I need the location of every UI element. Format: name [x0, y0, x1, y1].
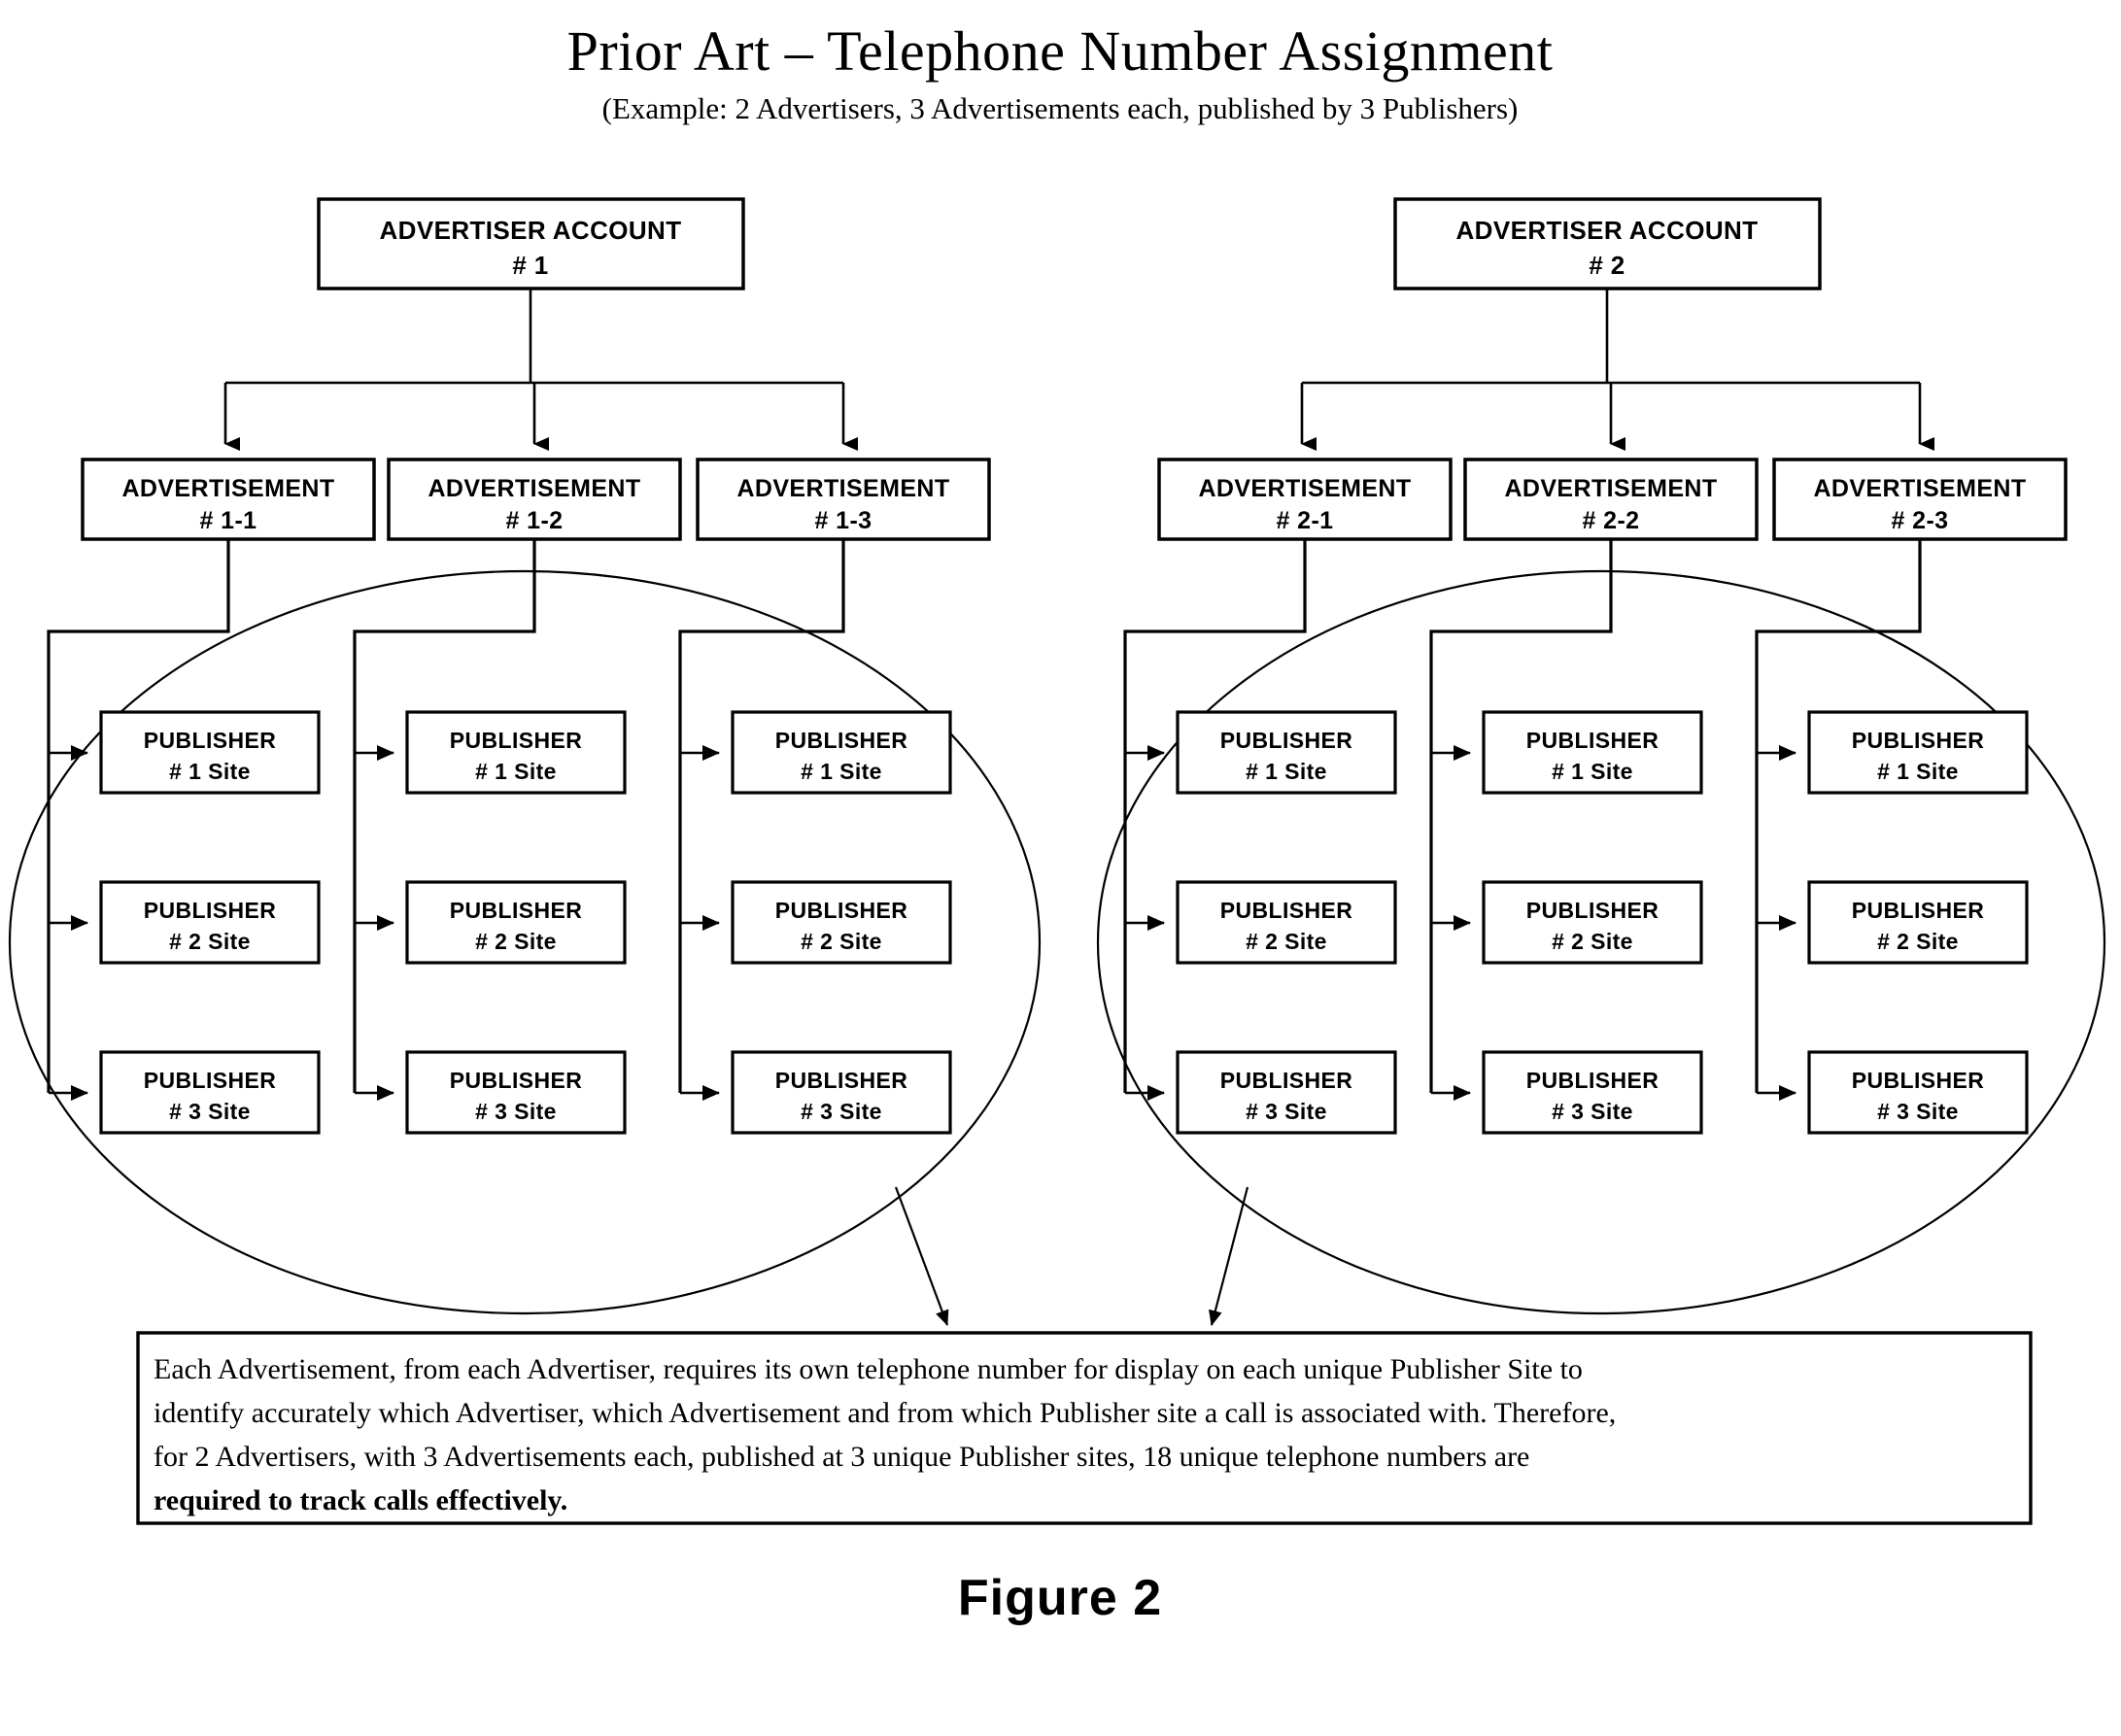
advertisement-1-2-number: # 1-2: [506, 507, 564, 534]
callout-line-2: identify accurately which Advertiser, wh…: [154, 1397, 1617, 1429]
advertiser-account-2-title: ADVERTISER ACCOUNT: [1455, 216, 1758, 245]
ellipse-2-leader-line: [1209, 1186, 1249, 1326]
advertisement-1-3-title: ADVERTISEMENT: [736, 475, 949, 502]
publisher-1-2-2-site: # 2 Site: [475, 929, 557, 954]
callout-line-1: Each Advertisement, from each Advertiser…: [154, 1353, 1583, 1385]
publisher-1-2-2-title: PUBLISHER: [450, 898, 583, 923]
publisher-1-2-3-site: # 3 Site: [475, 1099, 557, 1124]
publisher-1-1-1-title: PUBLISHER: [144, 728, 277, 753]
publisher-2-2-2-title: PUBLISHER: [1526, 898, 1659, 923]
publisher-2-3-1-site: # 1 Site: [1877, 759, 1959, 784]
advertisement-1-1-number: # 1-1: [200, 507, 257, 534]
callout-line-3: for 2 Advertisers, with 3 Advertisements…: [154, 1436, 2015, 1478]
page-subtitle: (Example: 2 Advertisers, 3 Advertisement…: [602, 91, 1519, 125]
publisher-2-3-2-title: PUBLISHER: [1852, 898, 1985, 923]
advertisement-1-2-publisher-bus: [353, 539, 536, 1093]
publisher-2-2-3-site: # 3 Site: [1552, 1099, 1633, 1124]
advertiser-account-2-number: # 2: [1589, 251, 1625, 280]
advertisement-2-1-number: # 2-1: [1277, 507, 1334, 534]
figure-caption: Figure 2: [958, 1570, 1162, 1626]
publisher-1-3-2-site: # 2 Site: [801, 929, 882, 954]
publisher-1-2-3-title: PUBLISHER: [450, 1068, 583, 1093]
publisher-1-3-2-title: PUBLISHER: [775, 898, 908, 923]
advertisement-1-1-publisher-bus: [47, 539, 230, 1093]
advertisement-2-3-number: # 2-3: [1892, 507, 1949, 534]
advertisement-2-1-title: ADVERTISEMENT: [1198, 475, 1411, 502]
publisher-2-2-3-title: PUBLISHER: [1526, 1068, 1659, 1093]
publisher-2-1-2-title: PUBLISHER: [1220, 898, 1353, 923]
advertisement-1-3-publisher-bus: [678, 539, 845, 1093]
publisher-2-2-1-title: PUBLISHER: [1526, 728, 1659, 753]
callout-text-block: Each Advertisement, from each Advertiser…: [154, 1348, 2015, 1516]
publisher-2-2-2-site: # 2 Site: [1552, 929, 1633, 954]
callout-line-4: required to track calls effectively.: [154, 1484, 568, 1516]
advertisement-1-3-number: # 1-3: [815, 507, 872, 534]
publisher-2-1-1-title: PUBLISHER: [1220, 728, 1353, 753]
publisher-2-3-3-title: PUBLISHER: [1852, 1068, 1985, 1093]
advertisement-2-2-publisher-bus: [1429, 539, 1613, 1093]
advertisement-2-1-publisher-bus: [1123, 539, 1307, 1093]
publisher-1-3-3-site: # 3 Site: [801, 1099, 882, 1124]
advertiser-account-1-number: # 1: [512, 251, 548, 280]
advertisement-2-3-publisher-bus: [1755, 539, 1922, 1093]
publisher-1-3-1-title: PUBLISHER: [775, 728, 908, 753]
publisher-1-3-1-site: # 1 Site: [801, 759, 882, 784]
publisher-2-2-1-site: # 1 Site: [1552, 759, 1633, 784]
ellipse-1-leader-line: [894, 1186, 949, 1326]
advertisement-1-1-title: ADVERTISEMENT: [121, 475, 334, 502]
advertisement-2-2-number: # 2-2: [1583, 507, 1640, 534]
publisher-2-3-1-title: PUBLISHER: [1852, 728, 1985, 753]
publisher-1-1-2-site: # 2 Site: [169, 929, 251, 954]
callout-line-3-plain: for 2 Advertisers, with 3 Advertisements…: [154, 1441, 1144, 1473]
publisher-2-3-2-site: # 2 Site: [1877, 929, 1959, 954]
publisher-2-1-1-site: # 1 Site: [1246, 759, 1327, 784]
advertiser-account-1-title: ADVERTISER ACCOUNT: [379, 216, 681, 245]
publisher-1-1-3-title: PUBLISHER: [144, 1068, 277, 1093]
publisher-2-3-3-site: # 3 Site: [1877, 1099, 1959, 1124]
publisher-1-1-1-site: # 1 Site: [169, 759, 251, 784]
figure-container: Prior Art – Telephone Number Assignment …: [0, 0, 2121, 1736]
advertisement-1-2-title: ADVERTISEMENT: [428, 475, 640, 502]
publisher-2-1-3-site: # 3 Site: [1246, 1099, 1327, 1124]
publisher-1-3-3-title: PUBLISHER: [775, 1068, 908, 1093]
publisher-1-2-1-site: # 1 Site: [475, 759, 557, 784]
publisher-2-1-3-title: PUBLISHER: [1220, 1068, 1353, 1093]
publisher-2-1-2-site: # 2 Site: [1246, 929, 1327, 954]
publisher-1-1-2-title: PUBLISHER: [144, 898, 277, 923]
publisher-1-1-3-site: # 3 Site: [169, 1099, 251, 1124]
advertisement-2-3-title: ADVERTISEMENT: [1813, 475, 2026, 502]
publisher-1-2-1-title: PUBLISHER: [450, 728, 583, 753]
callout-line-3-emphasis: 18 unique telephone numbers are: [1143, 1441, 1530, 1473]
advertisement-2-2-title: ADVERTISEMENT: [1504, 475, 1717, 502]
page-title: Prior Art – Telephone Number Assignment: [567, 19, 1554, 83]
